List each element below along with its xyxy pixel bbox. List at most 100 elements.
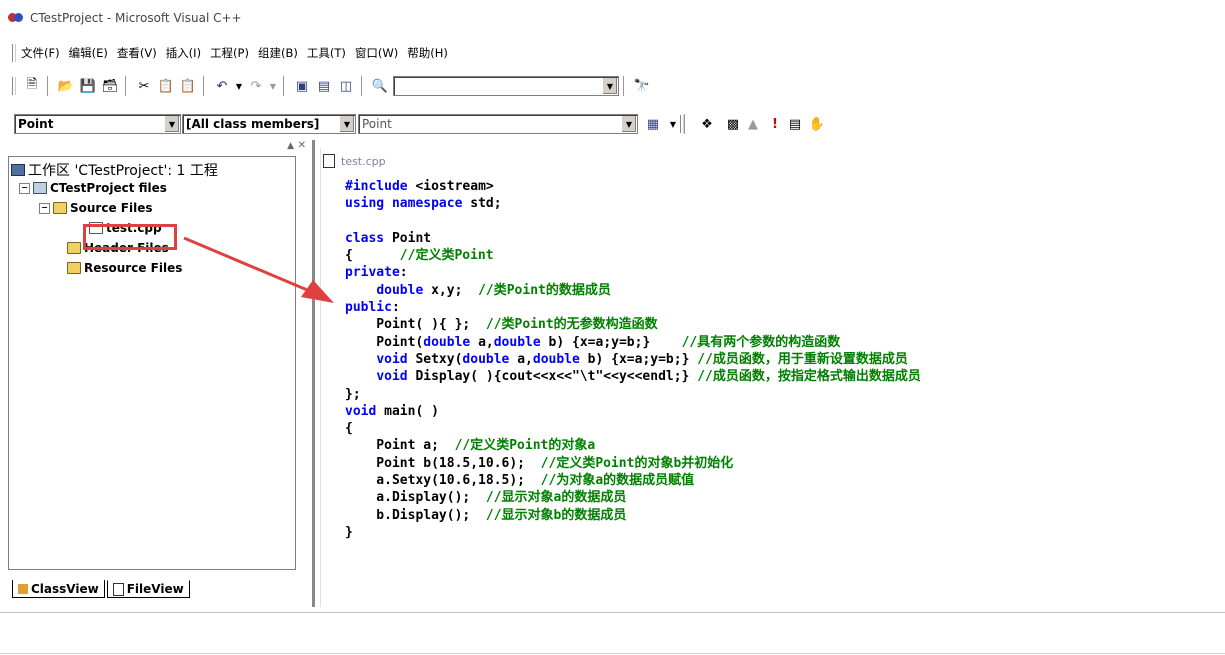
toolbar-separator [623, 76, 627, 96]
code-line[interactable]: class Point [345, 230, 921, 247]
go-icon[interactable]: ▤ [786, 115, 804, 133]
class-combo[interactable]: Point ▼ [14, 114, 181, 134]
code-line[interactable]: { //定义类Point [345, 247, 921, 264]
menu-view[interactable]: 查看(V) [117, 45, 157, 61]
close-pane-icon[interactable]: ✕ [298, 140, 306, 151]
code-line[interactable]: double x,y; //类Point的数据成员 [345, 282, 921, 299]
output-window-icon[interactable]: ▤ [315, 77, 333, 95]
new-text-file-icon[interactable]: 🗎 [23, 77, 41, 95]
code-line[interactable]: #include <iostream> [345, 178, 921, 195]
chevron-down-icon[interactable]: ▼ [339, 116, 354, 132]
classview-icon [18, 583, 28, 594]
code-editor[interactable]: test.cpp #include <iostream> using namesp… [320, 148, 1211, 607]
copy-icon[interactable]: 📋 [157, 77, 175, 95]
menu-edit[interactable]: 编辑(E) [69, 45, 108, 61]
code-keyword: double [532, 351, 580, 367]
chevron-down-icon[interactable]: ▼ [621, 116, 636, 132]
redo-dropdown-icon[interactable]: ▼ [269, 77, 277, 95]
code-line[interactable]: void main( ) [345, 403, 921, 420]
save-icon[interactable]: 💾 [79, 77, 97, 95]
code-keyword: void [345, 403, 377, 419]
tree-item-source-files[interactable]: − Source Files [39, 201, 152, 215]
tree-item-resource-files[interactable]: Resource Files [67, 261, 182, 275]
class-combo-value: Point [18, 117, 54, 131]
menu-file[interactable]: 文件(F) [21, 45, 60, 61]
code-line[interactable]: Point(double a,double b) {x=a;y=b;} //具有… [345, 334, 921, 351]
code-line[interactable]: b.Display(); //显示对象b的数据成员 [345, 507, 921, 524]
redo-icon[interactable]: ↷ [247, 77, 265, 95]
annotation-highlight-box [83, 224, 177, 250]
stop-build-icon[interactable]: ▲ [744, 115, 762, 133]
code-text[interactable]: #include <iostream> using namespace std; … [345, 178, 921, 541]
code-keyword: using [345, 196, 385, 212]
code-line[interactable]: Point( ){ }; //类Point的无参数构造函数 [345, 316, 921, 333]
tree-root-workspace[interactable]: 工作区 'CTestProject': 1 工程 [11, 160, 218, 180]
code-line[interactable]: private: [345, 264, 921, 281]
code-token: : [391, 300, 400, 316]
code-token: b) {x=a;y=b;} [579, 351, 698, 367]
chevron-down-icon[interactable]: ▼ [602, 78, 617, 94]
toolbar-separator [125, 76, 129, 96]
code-line[interactable]: using namespace std; [345, 195, 921, 212]
chevron-down-icon[interactable]: ▼ [164, 116, 179, 132]
code-line[interactable]: } [345, 524, 921, 541]
code-line[interactable]: a.Display(); //显示对象a的数据成员 [345, 489, 921, 506]
open-folder-icon[interactable]: 📂 [57, 77, 75, 95]
code-token: a, [509, 351, 533, 367]
folder-icon [67, 242, 81, 254]
collapse-icon[interactable]: − [39, 202, 50, 214]
collapse-icon[interactable]: − [19, 182, 30, 194]
paste-icon[interactable]: 📋 [179, 77, 197, 95]
member-combo[interactable]: Point ▼ [358, 114, 638, 134]
menu-insert[interactable]: 插入(I) [166, 45, 201, 61]
code-keyword: void [376, 369, 408, 385]
code-line[interactable]: { [345, 420, 921, 437]
build-toolbar-grip[interactable] [680, 115, 684, 133]
minimize-pane-icon[interactable]: ▲ [287, 141, 294, 151]
code-line[interactable]: void Setxy(double a,double b) {x=a;y=b;}… [345, 351, 921, 368]
menu-bar-grip[interactable] [12, 44, 16, 62]
toolbar-grip[interactable] [12, 77, 16, 95]
undo-icon[interactable]: ↶ [213, 77, 231, 95]
code-line[interactable]: a.Setxy(10.6,18.5); //为对象a的数据成员赋值 [345, 472, 921, 489]
code-token: { [345, 421, 353, 437]
code-line[interactable]: Point a; //定义类Point的对象a [345, 437, 921, 454]
window-list-icon[interactable]: ◫ [337, 77, 355, 95]
execute-icon[interactable]: ! [766, 115, 784, 133]
code-token: } [345, 524, 353, 540]
menu-build[interactable]: 组建(B) [258, 45, 298, 61]
find-binoculars-icon[interactable]: 🔭 [633, 77, 651, 95]
tab-fileview[interactable]: FileView [106, 580, 190, 598]
filter-combo[interactable]: [All class members] ▼ [182, 114, 356, 134]
insert-breakpoint-hand-icon[interactable]: ✋ [808, 115, 826, 133]
tree-item-project[interactable]: − CTestProject files [19, 181, 167, 195]
build-icon[interactable]: ▩ [724, 115, 742, 133]
code-token: Point( [345, 334, 424, 350]
workspace-tabs: ClassView FileView [12, 580, 192, 598]
find-in-files-icon[interactable]: 🔍 [371, 77, 389, 95]
code-line[interactable]: Point b(18.5,10.6); //定义类Point的对象b并初始化 [345, 455, 921, 472]
code-keyword: private [345, 265, 400, 281]
code-token: a.Setxy(10.6,18.5); [345, 473, 541, 489]
compile-icon[interactable]: ❖ [698, 115, 716, 133]
code-comment: //定义类Point的对象a [454, 438, 596, 454]
cut-icon[interactable]: ✂ [135, 77, 153, 95]
wizard-action-icon[interactable]: ▦ [644, 115, 662, 133]
code-comment: //成员函数，按指定格式输出数据成员 [697, 369, 921, 385]
menu-project[interactable]: 工程(P) [210, 45, 249, 61]
toolbar-separator [203, 76, 207, 96]
code-line[interactable]: void Display( ){cout<<x<<"\t"<<y<<endl;}… [345, 368, 921, 385]
code-line[interactable]: public: [345, 299, 921, 316]
code-line[interactable]: }; [345, 386, 921, 403]
editor-document-tab[interactable]: test.cpp [323, 154, 386, 168]
find-combo[interactable]: ▼ [393, 76, 619, 96]
code-comment: //类Point的数据成员 [478, 282, 611, 298]
undo-dropdown-icon[interactable]: ▼ [235, 77, 243, 95]
code-line[interactable] [345, 213, 921, 230]
menu-help[interactable]: 帮助(H) [407, 45, 448, 61]
menu-window[interactable]: 窗口(W) [355, 45, 398, 61]
tab-classview[interactable]: ClassView [12, 580, 105, 598]
workspace-window-icon[interactable]: ▣ [293, 77, 311, 95]
save-all-icon[interactable]: 🗃 [101, 77, 119, 95]
menu-tools[interactable]: 工具(T) [307, 45, 346, 61]
